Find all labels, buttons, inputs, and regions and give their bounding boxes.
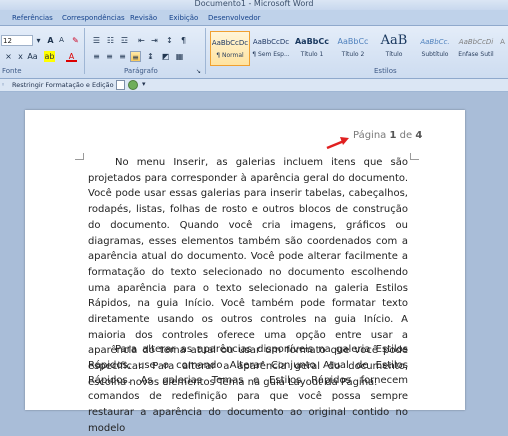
restrict-editing-button[interactable]: Restringir Formatação e Edição [12,81,114,89]
style-next-partial[interactable]: Á [497,31,508,66]
show-marks-icon[interactable]: ¶ [178,35,189,46]
styles-group-label: Estilos [374,67,397,75]
font-size-dropdown-icon[interactable]: ▾ [33,35,44,46]
margin-corner [75,153,84,160]
page-label: Página [353,130,387,141]
borders-icon[interactable]: ▦ [174,51,185,62]
arrow-icon [326,137,349,150]
bullets-icon[interactable]: ☰ [91,35,102,46]
style-sample: AaBbCcDc [252,38,290,46]
style-title[interactable]: AaB Título [374,31,414,66]
highlight-icon[interactable]: ab [44,51,55,62]
align-center-icon[interactable]: ≡ [104,51,115,62]
status-icon[interactable] [128,80,138,90]
window-title: Documento1 - Microsoft Word [194,0,314,8]
sort-icon[interactable]: ↕ [164,35,175,46]
divider [84,28,85,74]
tab-referencias[interactable]: Referências [12,14,53,22]
superscript-icon[interactable]: x [15,51,26,62]
tab-revisao[interactable]: Revisão [130,14,157,22]
style-name: Ênfase Sutil [458,51,494,58]
page-of: de [399,130,413,141]
ribbon: 12 ▾ A A ✎ × x Aa ab A Fonte ☰ ☷ ☲ ⇤ ⇥ ↕… [0,26,508,79]
page-current: 1 [389,130,397,141]
style-name: Título [385,51,403,58]
decrease-indent-icon[interactable]: ⇤ [136,35,147,46]
font-color-icon[interactable]: A [66,51,77,62]
font-size-value: 12 [3,37,12,45]
tab-desenvolvedor[interactable]: Desenvolvedor [208,14,261,22]
style-sample: AaBbCcDi [458,38,494,46]
page-total: 4 [415,130,423,141]
style-sample: Á [500,38,505,46]
tab-exibicao[interactable]: Exibição [169,14,198,22]
margin-corner [410,153,419,160]
font-size-box[interactable]: 12 [1,35,33,46]
style-subtitle[interactable]: AaBbCc. Subtítulo [415,31,455,66]
style-name: Subtítulo [421,51,449,58]
style-sample: AaBbCc [294,37,330,46]
style-heading-1[interactable]: AaBbCc Título 1 [292,31,332,66]
document-page[interactable]: Página 1 de 4 No menu Inserir, as galeri… [25,110,465,434]
style-name: ¶ Normal [216,52,244,59]
document-icon[interactable] [116,80,125,90]
secondary-toolbar: ◦ Restringir Formatação e Edição ▾ [0,79,508,92]
style-sample: AaBbCc. [420,38,450,46]
style-name: Título 2 [341,51,365,58]
font-group-label: Fonte [2,67,22,75]
divider [205,28,206,74]
style-name: ¶ Sem Esp... [252,51,290,58]
shading-icon[interactable]: ◩ [160,51,171,62]
change-case-icon[interactable]: Aa [27,51,38,62]
style-sample: AaB [380,33,408,48]
tab-correspondencias[interactable]: Correspondências [62,14,125,22]
paragraph-group-label: Parágrafo [124,67,158,75]
style-subtle-emphasis[interactable]: AaBbCcDi Ênfase Sutil [456,31,496,66]
toolbar-more-icon[interactable]: ▾ [142,80,146,88]
multilevel-list-icon[interactable]: ☲ [119,35,130,46]
page-number: Página 1 de 4 [353,130,422,141]
style-heading-2[interactable]: AaBbCc Título 2 [333,31,373,66]
title-bar: Documento1 - Microsoft Word [0,0,508,10]
style-no-spacing[interactable]: AaBbCcDc ¶ Sem Esp... [251,31,291,66]
justify-icon[interactable]: ≡ [130,51,141,62]
grow-font-icon[interactable]: A [45,35,56,46]
toolbar-grip-icon: ◦ [1,81,6,89]
paragraph-launcher-icon[interactable]: ↘ [193,66,204,77]
ribbon-tabs: Referências Correspondências Revisão Exi… [0,10,508,26]
style-name: Título 1 [300,51,324,58]
subscript-icon[interactable]: × [3,51,14,62]
align-right-icon[interactable]: ≡ [117,51,128,62]
style-normal[interactable]: AaBbCcDc ¶ Normal [210,31,250,66]
increase-indent-icon[interactable]: ⇥ [149,35,160,46]
clear-format-icon[interactable]: ✎ [70,35,81,46]
style-sample: AaBbCcDc [211,39,249,47]
shrink-font-icon[interactable]: A [56,35,67,46]
line-spacing-icon[interactable]: ↨ [145,51,156,62]
numbering-icon[interactable]: ☷ [105,35,116,46]
align-left-icon[interactable]: ≡ [91,51,102,62]
body-paragraph-2[interactable]: Para alterar as aparências disponíveis n… [88,342,408,436]
style-sample: AaBbCc [337,37,369,46]
